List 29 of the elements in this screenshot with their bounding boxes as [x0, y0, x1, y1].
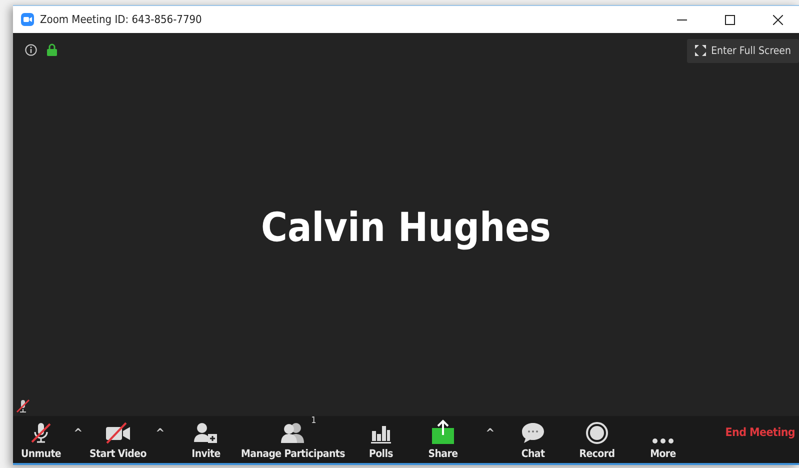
- chat-button[interactable]: Chat: [511, 416, 555, 463]
- unmute-button[interactable]: Unmute: [13, 416, 69, 463]
- record-icon: [585, 421, 609, 445]
- expand-icon: [695, 45, 706, 56]
- options-caret-button[interactable]: ^: [69, 416, 87, 463]
- info-icon[interactable]: [25, 44, 37, 56]
- enter-full-screen-button[interactable]: Enter Full Screen: [687, 38, 799, 62]
- polls-button[interactable]: Polls: [345, 416, 417, 463]
- start-video-button[interactable]: Start Video: [87, 416, 149, 463]
- lock-icon[interactable]: [47, 43, 57, 56]
- record-button[interactable]: Record: [555, 416, 639, 463]
- participant-name: Calvin Hughes: [261, 205, 551, 251]
- window-title: Zoom Meeting ID: 643-856-7790: [40, 13, 203, 26]
- add-person-icon: [193, 421, 219, 445]
- camera-app-icon: [21, 13, 34, 26]
- options-caret-button[interactable]: ^: [149, 416, 171, 463]
- invite-button[interactable]: Invite: [171, 416, 241, 463]
- chat-bubble-icon: [520, 421, 546, 445]
- options-caret-button[interactable]: ^: [469, 416, 511, 463]
- share-button[interactable]: Share: [417, 416, 469, 463]
- close-icon: [773, 14, 783, 24]
- people-icon: [279, 421, 307, 445]
- end-meeting-button[interactable]: End Meeting: [687, 416, 799, 463]
- share-screen-icon: [430, 419, 456, 445]
- more-button[interactable]: More: [639, 416, 687, 463]
- more-dots-icon: [651, 437, 675, 445]
- participant-count: 1: [311, 416, 316, 426]
- manage-participants-button[interactable]: 1 Manage Participants: [241, 416, 345, 463]
- maximize-icon: [725, 14, 735, 24]
